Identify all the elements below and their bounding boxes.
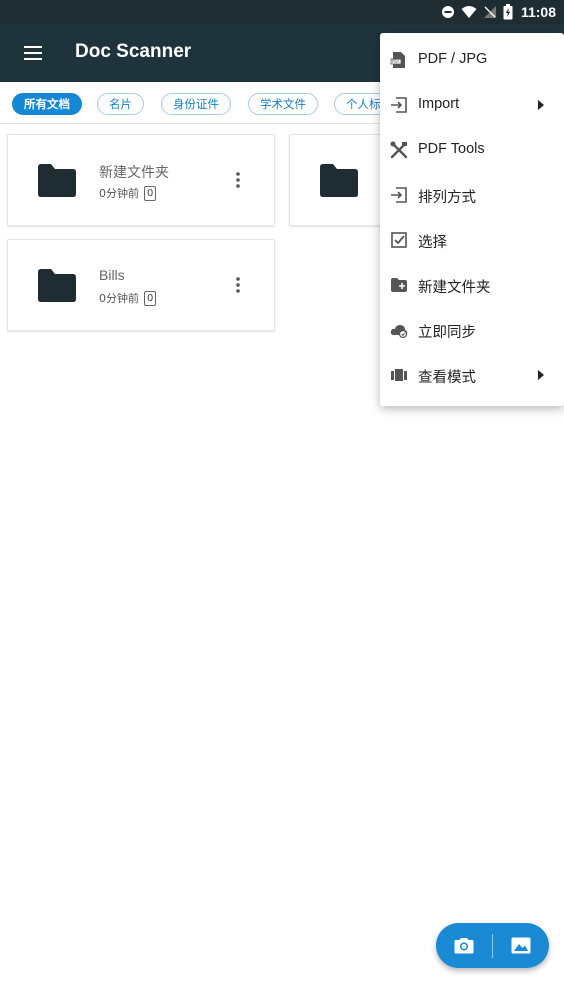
- gallery-import-button[interactable]: [493, 923, 549, 968]
- chip-all-documents[interactable]: 所有文档: [12, 93, 82, 115]
- import-icon: [391, 97, 407, 113]
- chip-academic-files[interactable]: 学术文件: [248, 93, 318, 115]
- menu-item-label: PDF Tools: [418, 141, 485, 157]
- menu-item-label: 新建文件夹: [418, 280, 491, 296]
- folder-modified-time: 0分钟前: [99, 292, 139, 305]
- do-not-disturb-icon: [441, 6, 454, 18]
- folder-icon: [38, 269, 76, 302]
- app-title: Doc Scanner: [75, 41, 192, 62]
- menu-item-select[interactable]: 选择: [380, 218, 564, 263]
- cloud-sync-icon: [390, 325, 408, 339]
- folder-meta: 0分钟前 0: [99, 185, 157, 201]
- menu-item-label: PDF / JPG: [418, 51, 488, 67]
- tools-icon: [390, 141, 408, 159]
- folder-more-button[interactable]: [230, 272, 246, 298]
- checkbox-icon: [391, 232, 407, 248]
- folder-name: 新建文件夹: [99, 164, 169, 180]
- folder-card[interactable]: 新建文件夹 0分钟前 0: [7, 134, 275, 226]
- camera-scan-button[interactable]: [436, 923, 492, 968]
- folder-meta: 0分钟前 0: [99, 290, 157, 306]
- hamburger-menu-button[interactable]: [18, 38, 48, 68]
- menu-item-view-mode[interactable]: 查看模式: [380, 353, 564, 398]
- submenu-arrow-icon: [538, 100, 544, 110]
- image-gallery-icon: [511, 937, 531, 954]
- scan-fab-group: [436, 923, 549, 968]
- menu-item-import[interactable]: Import: [380, 83, 564, 128]
- status-bar: 11:08: [0, 0, 564, 24]
- menu-item-sync-now[interactable]: 立即同步: [380, 308, 564, 353]
- submenu-arrow-icon: [538, 370, 544, 380]
- no-signal-icon: [483, 6, 496, 18]
- sort-icon: [391, 187, 407, 203]
- battery-charging-icon: [503, 4, 513, 20]
- overflow-menu: PDF PDF / JPG Import PDF Tools 排列方式 选择 新…: [380, 33, 564, 406]
- folder-modified-time: 0分钟前: [99, 187, 139, 200]
- folder-icon: [38, 164, 76, 197]
- menu-item-label: 立即同步: [418, 325, 476, 341]
- folder-icon: [320, 164, 358, 197]
- more-vertical-icon: [236, 172, 240, 188]
- more-vertical-icon: [236, 277, 240, 293]
- folder-name: Bills: [99, 267, 125, 283]
- menu-item-label: 选择: [418, 235, 447, 251]
- new-folder-icon: [391, 278, 407, 292]
- svg-text:PDF: PDF: [392, 59, 400, 64]
- wifi-icon: [461, 6, 477, 18]
- menu-item-new-folder[interactable]: 新建文件夹: [380, 263, 564, 308]
- menu-item-label: Import: [418, 96, 460, 112]
- chip-id-documents[interactable]: 身份证件: [161, 93, 231, 115]
- chip-business-cards[interactable]: 名片: [97, 93, 144, 115]
- menu-item-sort[interactable]: 排列方式: [380, 173, 564, 218]
- folder-document-count: 0: [144, 185, 157, 201]
- menu-item-label: 排列方式: [418, 190, 476, 206]
- menu-item-pdf-tools[interactable]: PDF Tools: [380, 128, 564, 173]
- status-time: 11:08: [520, 4, 556, 20]
- folder-card[interactable]: Bills 0分钟前 0: [7, 239, 275, 331]
- folder-document-count: 0: [144, 290, 157, 306]
- hamburger-menu-icon: [24, 46, 42, 60]
- view-mode-icon: [391, 369, 407, 381]
- pdf-file-icon: PDF: [390, 52, 405, 68]
- camera-icon: [454, 938, 474, 954]
- menu-item-pdf-jpg[interactable]: PDF PDF / JPG: [380, 38, 564, 83]
- menu-item-label: 查看模式: [418, 370, 476, 386]
- folder-more-button[interactable]: [230, 167, 246, 193]
